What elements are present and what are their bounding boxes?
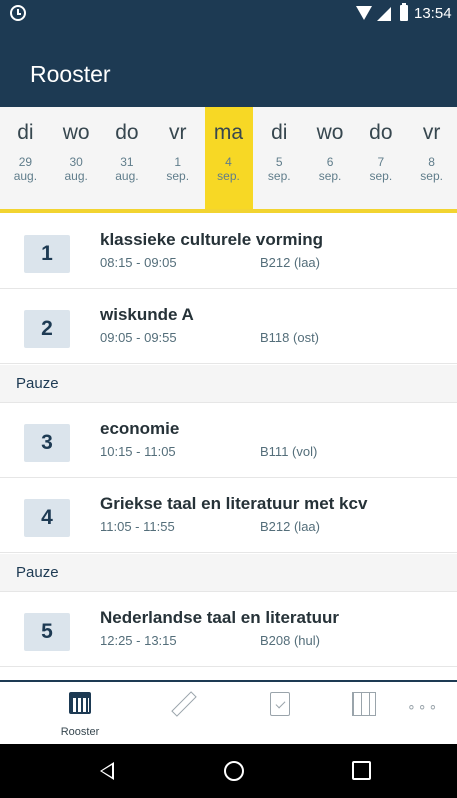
lesson-hour-badge: 4 xyxy=(24,499,70,537)
system-navigation-bar xyxy=(0,744,457,798)
day-name: vr xyxy=(168,121,187,144)
day-month: sep. xyxy=(318,169,342,183)
day-number: 8 xyxy=(428,155,435,169)
day-month: aug. xyxy=(13,169,38,183)
day-tab-4[interactable]: ma 4 sep. xyxy=(204,107,253,209)
nav-label-rooster: Rooster xyxy=(60,726,100,738)
checklist-icon xyxy=(270,692,290,716)
back-icon[interactable] xyxy=(100,762,114,780)
day-number: 7 xyxy=(377,155,385,169)
lesson-time: 11:05 - 11:55 xyxy=(100,519,175,534)
break-label: Pauze xyxy=(16,375,59,392)
cell-signal-icon xyxy=(377,7,391,21)
break-row: Pauze xyxy=(0,365,457,403)
day-number: 31 xyxy=(120,155,134,169)
day-tab-7[interactable]: do 7 sep. xyxy=(357,107,405,209)
lesson-time: 08:15 - 09:05 xyxy=(100,255,177,270)
nav-item-more[interactable]: ∘∘∘ xyxy=(382,682,457,744)
day-tab-6[interactable]: wo 6 sep. xyxy=(306,107,354,209)
day-number: 6 xyxy=(326,155,334,169)
lesson-room: B118 (ost) xyxy=(260,330,320,345)
day-selector: di 29 aug. wo 30 aug. do 31 aug. vr 1 sep. ma 4 sep. di… xyxy=(0,107,457,213)
lesson-row[interactable]: 2 wiskunde A 09:05 - 09:55 B118 (ost) xyxy=(0,290,457,364)
home-icon[interactable] xyxy=(224,761,244,781)
nav-item-rooster[interactable]: Rooster xyxy=(40,682,120,744)
app-bar: Rooster xyxy=(0,27,457,107)
bottom-navigation: Rooster ∘∘∘ xyxy=(0,680,457,744)
day-number: 4 xyxy=(225,155,232,169)
day-month: sep. xyxy=(267,169,291,183)
day-month: sep. xyxy=(369,169,393,183)
day-tab-1[interactable]: wo 30 aug. xyxy=(52,107,100,209)
lesson-time: 09:05 - 09:55 xyxy=(100,330,177,345)
status-time: 13:54 xyxy=(414,5,452,22)
lesson-room: B208 (hul) xyxy=(260,633,320,648)
lesson-time: 12:25 - 13:15 xyxy=(100,633,177,648)
day-month: sep. xyxy=(217,169,240,183)
lesson-subject: Nederlandse taal en literatuur xyxy=(100,608,340,627)
lesson-subject: economie xyxy=(100,419,180,438)
lesson-time: 10:15 - 11:05 xyxy=(100,444,176,459)
more-icon: ∘∘∘ xyxy=(407,698,440,714)
schedule-list: 1 klassieke culturele vorming 08:15 - 09:0… xyxy=(0,215,457,680)
lesson-room: B212 (laa) xyxy=(260,519,320,534)
day-month: aug. xyxy=(64,169,88,183)
day-name: ma xyxy=(213,121,244,144)
nav-item-homework[interactable] xyxy=(146,682,226,744)
calendar-icon xyxy=(69,692,91,714)
break-label: Pauze xyxy=(16,564,59,581)
lesson-hour-badge: 1 xyxy=(24,235,70,273)
lesson-row[interactable]: 3 economie 10:15 - 11:05 B111 (vol) xyxy=(0,404,457,478)
day-name: di xyxy=(17,121,34,144)
lesson-room: B212 (laa) xyxy=(260,255,320,270)
day-name: vr xyxy=(422,121,441,144)
battery-icon xyxy=(400,3,408,21)
day-month: sep. xyxy=(420,169,443,183)
grades-grid-icon xyxy=(352,692,376,716)
lesson-subject: wiskunde A xyxy=(100,305,194,324)
day-tab-2[interactable]: do 31 aug. xyxy=(103,107,151,209)
lesson-room: B111 (vol) xyxy=(260,444,318,459)
lesson-subject: Griekse taal en literatuur met kcv xyxy=(100,494,368,513)
day-name: di xyxy=(271,121,288,144)
break-row: Pauze xyxy=(0,554,457,592)
wifi-icon xyxy=(356,6,372,20)
lesson-hour-badge: 2 xyxy=(24,310,70,348)
nav-item-tasks[interactable] xyxy=(240,682,320,744)
day-tab-8[interactable]: vr 8 sep. xyxy=(408,107,456,209)
lesson-subject: klassieke culturele vorming xyxy=(100,230,323,249)
day-name: wo xyxy=(316,121,344,144)
lesson-hour-badge: 5 xyxy=(24,613,70,651)
lesson-row[interactable]: 5 Nederlandse taal en literatuur 12:25 - 1… xyxy=(0,593,457,667)
pencil-icon xyxy=(171,691,197,717)
day-name: do xyxy=(369,121,393,144)
recent-apps-icon[interactable] xyxy=(352,761,371,780)
alarm-clock-icon xyxy=(10,5,26,21)
day-tab-0[interactable]: di 29 aug. xyxy=(1,107,49,209)
day-name: wo xyxy=(62,121,90,144)
day-number: 1 xyxy=(174,155,182,169)
day-tab-5[interactable]: di 5 sep. xyxy=(255,107,303,209)
day-number: 29 xyxy=(18,155,33,169)
page-title: Rooster xyxy=(30,61,111,87)
day-name: do xyxy=(115,121,139,144)
status-bar: 13:54 xyxy=(0,0,457,27)
day-month: aug. xyxy=(115,169,139,183)
day-selector-underline xyxy=(0,209,457,213)
lesson-hour-badge: 3 xyxy=(24,424,70,462)
day-number: 30 xyxy=(69,155,83,169)
day-tab-3[interactable]: vr 1 sep. xyxy=(154,107,202,209)
day-number: 5 xyxy=(275,155,283,169)
day-month: sep. xyxy=(166,169,190,183)
lesson-row[interactable]: 1 klassieke culturele vorming 08:15 - 09:0… xyxy=(0,215,457,289)
lesson-row[interactable]: 4 Griekse taal en literatuur met kcv 11:05… xyxy=(0,479,457,553)
